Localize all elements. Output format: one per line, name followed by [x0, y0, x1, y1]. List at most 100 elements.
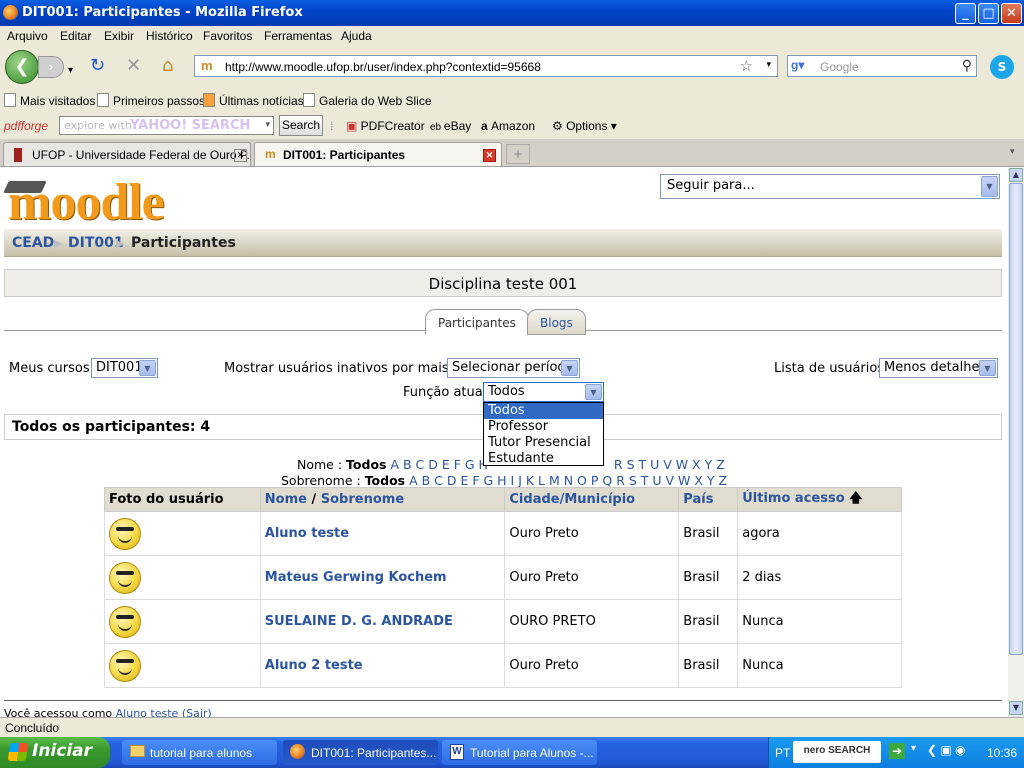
bookmark-mais-visitados[interactable]: Mais visitados: [4, 93, 95, 108]
table-row: Aluno teste Ouro Preto Brasil agora: [104, 511, 902, 556]
user-name-link[interactable]: Aluno teste: [265, 526, 349, 541]
task-word[interactable]: W Tutorial para Alunos -...: [442, 740, 597, 765]
pdfforge-toolbar: pdfforge explore with YAHOO! SEARCH ▾ Se…: [0, 112, 1024, 139]
ebay-button[interactable]: eb eBay: [430, 119, 471, 133]
menu-favoritos[interactable]: Favoritos: [203, 29, 252, 43]
role-label: Função atual: [403, 385, 487, 400]
header-photo: Foto do usuário: [104, 487, 261, 512]
google-icon[interactable]: g▾: [791, 58, 804, 72]
tab-ufop[interactable]: UFOP - Universidade Federal de Ouro P...…: [3, 142, 251, 166]
role-option-tutor-presencial[interactable]: Tutor Presencial: [484, 435, 603, 451]
tab-close-icon[interactable]: ✕: [234, 149, 247, 162]
name-letter-links[interactable]: R S T U V W X Y Z: [614, 457, 725, 472]
table-row: Mateus Gerwing Kochem Ouro Preto Brasil …: [104, 555, 902, 600]
window-titlebar[interactable]: DIT001: Participantes - Mozilla Firefox …: [0, 0, 1024, 26]
my-courses-select[interactable]: DIT001 ▼: [91, 358, 158, 378]
header-city[interactable]: Cidade/Município: [504, 487, 680, 512]
maximize-button[interactable]: □: [978, 3, 999, 24]
tray-icons[interactable]: ❮ ▣ ◉: [927, 743, 966, 757]
breadcrumb: CEAD ▶ DIT001 ▶ Participantes: [4, 229, 1002, 257]
user-name-link[interactable]: Aluno 2 teste: [265, 658, 363, 673]
tab-close-icon[interactable]: ✕: [483, 149, 496, 162]
jump-to-select[interactable]: Seguir para... ▼: [660, 174, 1000, 199]
task-tutorial-folder[interactable]: tutorial para alunos: [122, 740, 277, 765]
breadcrumb-cead[interactable]: CEAD: [12, 235, 54, 251]
menu-arquivo[interactable]: Arquivo: [7, 29, 48, 43]
bookmark-star-icon[interactable]: ☆: [740, 57, 753, 75]
moodle-logo[interactable]: moodle: [8, 173, 165, 232]
avatar[interactable]: [109, 605, 141, 638]
bookmark-web-slice[interactable]: Galeria do Web Slice: [303, 93, 432, 108]
yahoo-dropdown-icon[interactable]: ▾: [265, 117, 270, 134]
sort-by-surname-link[interactable]: Sobrenome: [321, 492, 404, 507]
start-button[interactable]: Iniciar: [0, 737, 110, 768]
scroll-up-icon[interactable]: ▲: [1009, 168, 1023, 182]
search-box[interactable]: g▾ Google ⚲: [787, 55, 977, 77]
amazon-button[interactable]: a Amazon: [481, 119, 535, 133]
site-favicon: m: [201, 58, 213, 73]
language-indicator[interactable]: PT: [775, 746, 790, 760]
role-option-todos[interactable]: Todos: [484, 403, 603, 419]
avatar[interactable]: [109, 649, 141, 682]
pdfcreator-button[interactable]: ▣ PDFCreator: [346, 119, 425, 133]
user-name-link[interactable]: Mateus Gerwing Kochem: [265, 570, 447, 585]
search-magnifier-icon[interactable]: ⚲: [962, 57, 972, 74]
close-window-button[interactable]: ✕: [1001, 3, 1022, 24]
skype-icon[interactable]: S: [990, 55, 1014, 79]
tray-expand-icon[interactable]: ▾: [911, 743, 916, 754]
sort-by-name-link[interactable]: Nome: [265, 492, 307, 507]
history-dropdown-icon[interactable]: ▾: [68, 62, 73, 80]
surname-letter-links[interactable]: A B C D E F G H I J K L M N O P Q R S T …: [409, 473, 727, 488]
yahoo-search-input[interactable]: explore with YAHOO! SEARCH ▾: [59, 116, 274, 135]
vertical-scrollbar[interactable]: ▲ ▼: [1008, 167, 1024, 717]
logout-link[interactable]: (Sair): [182, 707, 212, 717]
back-button[interactable]: ❮: [5, 50, 39, 84]
tab-participantes[interactable]: m DIT001: Participantes ✕: [254, 142, 502, 166]
scroll-down-icon[interactable]: ▼: [1009, 701, 1023, 715]
go-arrow-icon[interactable]: ➜: [889, 743, 905, 759]
last-access-cell: agora: [737, 511, 902, 556]
avatar[interactable]: [109, 561, 141, 594]
tab-blogs[interactable]: Blogs: [527, 309, 586, 335]
menu-historico[interactable]: Histórico: [146, 29, 193, 43]
pdfforge-logo[interactable]: pdfforge: [4, 119, 48, 133]
avatar[interactable]: [109, 517, 141, 550]
role-select[interactable]: Todos ▼: [483, 382, 604, 402]
home-icon[interactable]: ⌂: [162, 57, 173, 75]
minimize-button[interactable]: _: [955, 3, 976, 24]
scrollbar-thumb[interactable]: [1009, 183, 1023, 655]
surname-filter-all[interactable]: Todos: [365, 473, 405, 488]
inactive-period-select[interactable]: Selecionar período ▼: [447, 358, 580, 378]
role-option-professor[interactable]: Professor: [484, 419, 603, 435]
name-filter-all[interactable]: Todos: [346, 457, 386, 472]
yahoo-search-button[interactable]: Search: [279, 115, 323, 136]
url-dropdown-icon[interactable]: ▾: [766, 59, 771, 70]
bookmark-primeiros-passos[interactable]: Primeiros passos: [97, 93, 205, 108]
user-list-select[interactable]: Menos detalhes ▼: [879, 358, 998, 378]
logged-user-link[interactable]: Aluno teste: [116, 707, 179, 717]
name-letter-links[interactable]: A B C D E F G H: [390, 457, 487, 472]
new-tab-button[interactable]: +: [506, 144, 530, 164]
header-last-access[interactable]: Último acesso 🡅: [737, 487, 902, 512]
forward-button[interactable]: ›: [38, 56, 64, 78]
address-bar[interactable]: m http://www.moodle.ufop.br/user/index.p…: [194, 55, 778, 77]
user-name-link[interactable]: SUELAINE D. G. ANDRADE: [265, 614, 453, 629]
role-option-estudante[interactable]: Estudante: [484, 451, 603, 467]
browser-tab-bar: UFOP - Universidade Federal de Ouro P...…: [0, 139, 1024, 167]
stop-icon[interactable]: ✕: [126, 57, 141, 75]
menu-ajuda[interactable]: Ajuda: [341, 29, 372, 43]
tab-participantes-page[interactable]: Participantes: [425, 309, 529, 335]
menu-exibir[interactable]: Exibir: [104, 29, 134, 43]
sort-by-last-access-link[interactable]: Último acesso: [742, 491, 844, 506]
nero-search-box[interactable]: nero SEARCH: [793, 741, 881, 763]
participants-table: Foto do usuário Nome / Sobrenome Cidade/…: [104, 487, 902, 688]
options-button[interactable]: ⚙ Options ▾: [552, 119, 617, 133]
bookmark-ultimas-noticias[interactable]: Últimas notícias: [203, 93, 304, 108]
country-cell: Brasil: [678, 599, 739, 644]
header-country[interactable]: País: [678, 487, 739, 512]
reload-icon[interactable]: ↻: [90, 57, 105, 75]
menu-ferramentas[interactable]: Ferramentas: [264, 29, 332, 43]
tab-list-icon[interactable]: ▾: [1010, 147, 1015, 157]
menu-editar[interactable]: Editar: [60, 29, 91, 43]
task-firefox[interactable]: DIT001: Participantes...: [283, 740, 438, 765]
